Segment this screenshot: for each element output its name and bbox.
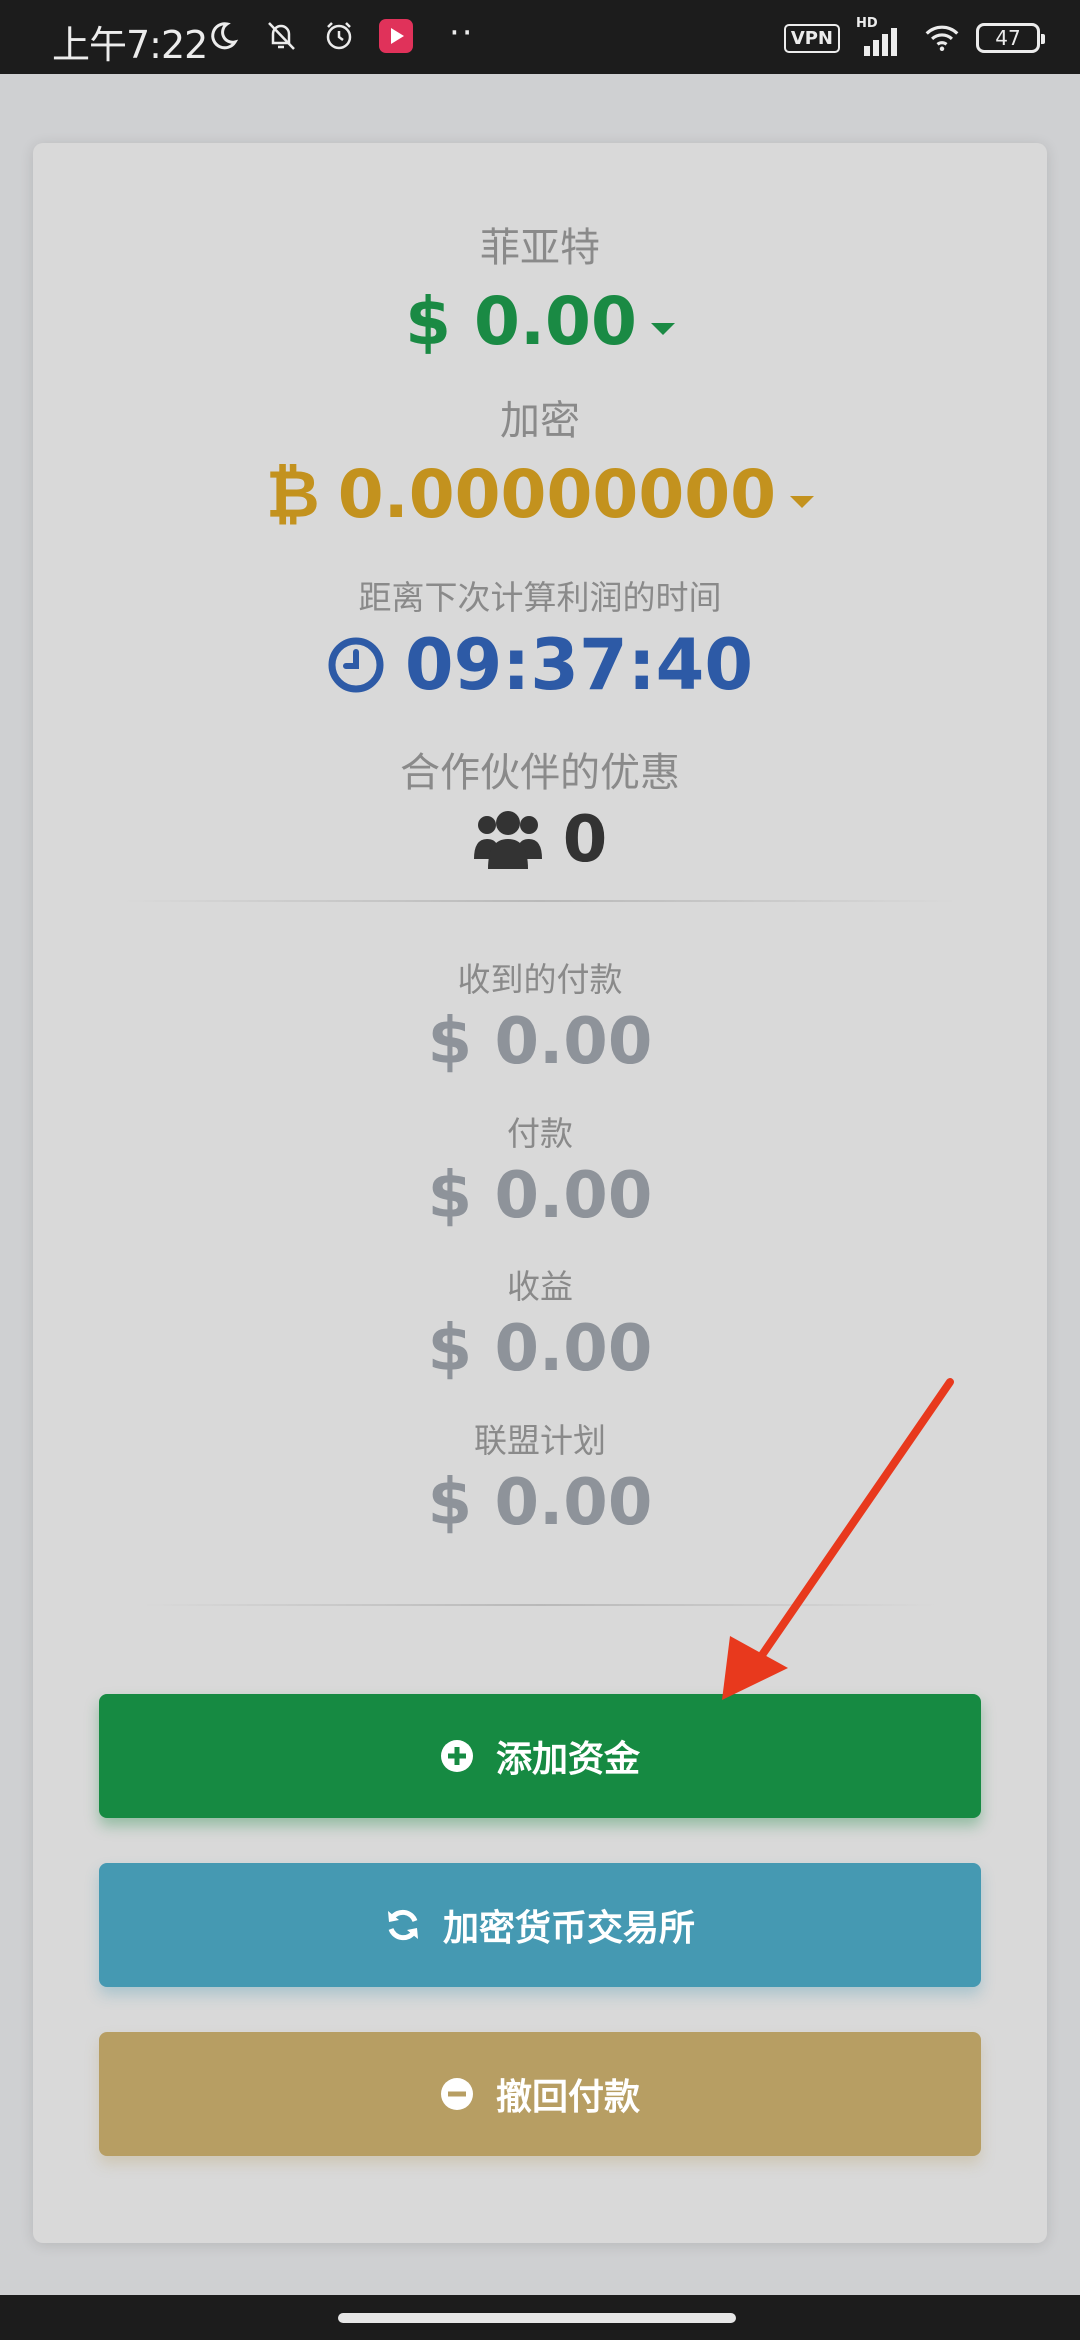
- stat-label-affiliate: 联盟计划: [474, 1421, 606, 1460]
- minus-circle-icon: [440, 2077, 474, 2111]
- withdraw-label: 撤回付款: [495, 2077, 640, 2118]
- moon-icon: [205, 18, 241, 54]
- crypto-balance-value: 0.00000000: [337, 456, 777, 533]
- stat-value-payments: $ 0.00: [427, 1159, 653, 1233]
- fiat-balance-dropdown[interactable]: $ 0.00: [33, 283, 1047, 360]
- vpn-badge: VPN: [783, 23, 840, 53]
- video-app-icon: [379, 19, 413, 53]
- divider: [143, 1604, 937, 1606]
- status-icons-right: VPN HD 47: [783, 16, 1045, 56]
- timer-label: 距离下次计算利润的时间: [358, 578, 722, 617]
- bell-off-icon: [263, 18, 299, 54]
- withdraw-button[interactable]: 撤回付款: [99, 2032, 981, 2156]
- navigation-bar: [0, 2295, 1080, 2340]
- home-gesture-handle[interactable]: [338, 2313, 736, 2323]
- crypto-exchange-label: 加密货币交易所: [442, 1908, 695, 1949]
- stat-label-payments: 付款: [507, 1114, 573, 1153]
- crypto-label: 加密: [500, 398, 580, 444]
- status-bar: 上午7:22 ·· VPN HD 47: [0, 0, 1080, 74]
- stat-value-affiliate: $ 0.00: [427, 1466, 653, 1540]
- stat-label-earnings: 收益: [507, 1267, 573, 1306]
- add-funds-button[interactable]: 添加资金: [99, 1694, 981, 1818]
- clock-icon: [327, 636, 385, 694]
- add-funds-label: 添加资金: [495, 1739, 640, 1780]
- crypto-exchange-button[interactable]: 加密货币交易所: [99, 1863, 981, 1987]
- timer-value: 09:37:40: [404, 624, 754, 706]
- signal-icon: HD: [856, 16, 908, 56]
- chevron-down-icon: [790, 495, 815, 508]
- battery-level: 47: [995, 26, 1021, 50]
- wifi-icon: [924, 20, 960, 56]
- stat-value-earnings: $ 0.00: [427, 1312, 653, 1386]
- partners-count: 0: [33, 803, 1047, 877]
- battery-icon: 47: [976, 23, 1045, 53]
- alarm-icon: [321, 18, 357, 54]
- divider: [123, 900, 957, 902]
- status-time: 上午7:22: [52, 23, 208, 67]
- fiat-balance-value: $ 0.00: [405, 283, 637, 360]
- fiat-label: 菲亚特: [480, 225, 600, 271]
- stat-value-received: $ 0.00: [427, 1005, 653, 1079]
- partners-value: 0: [562, 803, 608, 877]
- stat-label-received: 收到的付款: [457, 960, 623, 999]
- bitcoin-icon: ₿: [265, 456, 320, 533]
- chevron-down-icon: [650, 322, 675, 335]
- profit-timer: 09:37:40: [33, 624, 1047, 706]
- status-icons-left: ··: [205, 13, 475, 54]
- partners-label: 合作伙伴的优惠: [400, 750, 680, 796]
- wallet-card: 菲亚特 $ 0.00 加密 ₿ 0.00000000 距离下次计算利润的时间 0…: [33, 143, 1047, 2243]
- plus-circle-icon: [440, 1739, 474, 1773]
- more-notifications-icon: ··: [449, 13, 475, 53]
- refresh-icon: [385, 1907, 421, 1943]
- users-icon: [473, 809, 543, 871]
- crypto-balance-dropdown[interactable]: ₿ 0.00000000: [33, 456, 1047, 533]
